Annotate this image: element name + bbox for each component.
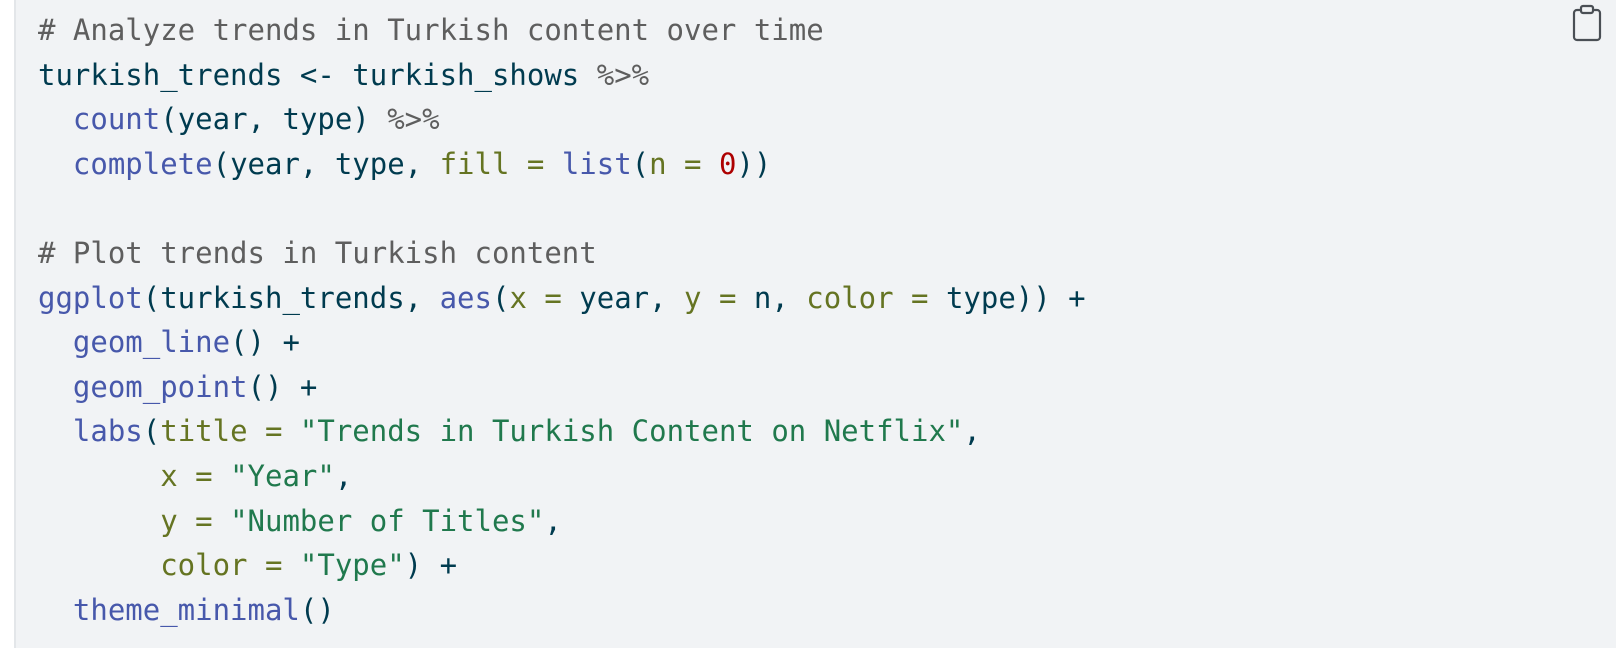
code-line: complete(year, type, fill = list(n = 0)) bbox=[38, 142, 1086, 187]
code-line: y = "Number of Titles", bbox=[38, 499, 1086, 544]
code-text: (turkish_trends, bbox=[142, 280, 440, 315]
code-line bbox=[38, 186, 1086, 231]
code-text: ( bbox=[491, 280, 510, 315]
code-function-name: geom_line bbox=[72, 325, 231, 360]
code-text: () + bbox=[247, 369, 318, 404]
code-function-name: list bbox=[561, 146, 632, 181]
code-line: ggplot(turkish_trends, aes(x = year, y =… bbox=[38, 276, 1086, 321]
code-operator: %>% bbox=[387, 102, 440, 137]
code-text: ( bbox=[631, 146, 650, 181]
code-line: geom_line() + bbox=[38, 320, 1086, 365]
code-text: () + bbox=[230, 325, 300, 360]
code-line: geom_point() + bbox=[38, 365, 1086, 410]
code-number: 0 bbox=[719, 146, 737, 181]
code-argument-name: x = bbox=[509, 280, 562, 315]
code-operator: %>% bbox=[596, 57, 650, 92]
code-argument-name: fill = bbox=[439, 146, 545, 181]
code-argument-name: color = bbox=[160, 548, 283, 583]
code-argument-name: x = bbox=[160, 458, 213, 493]
code-comment: # Analyze trends in Turkish content over… bbox=[38, 13, 824, 47]
code-lines: # Analyze trends in Turkish content over… bbox=[38, 8, 1086, 632]
code-string: "Type" bbox=[299, 548, 405, 583]
code-line: # Analyze trends in Turkish content over… bbox=[38, 8, 1086, 53]
code-function-name: geom_point bbox=[72, 369, 248, 404]
code-text: ) + bbox=[404, 548, 458, 583]
code-text: turkish_shows bbox=[334, 57, 597, 92]
code-text: , bbox=[963, 414, 981, 449]
code-text: () bbox=[299, 592, 335, 627]
code-text: type)) + bbox=[928, 280, 1086, 315]
code-line: count(year, type) %>% bbox=[38, 97, 1086, 142]
code-function-name: ggplot bbox=[38, 280, 143, 315]
code-function-name: aes bbox=[439, 280, 492, 315]
code-function-name: labs bbox=[72, 414, 143, 449]
code-argument-name: color = bbox=[806, 280, 929, 315]
code-text: (year, type) bbox=[160, 102, 388, 137]
code-line: x = "Year", bbox=[38, 454, 1086, 499]
code-line: labs(title = "Trends in Turkish Content … bbox=[38, 409, 1086, 454]
code-function-name: theme_minimal bbox=[72, 592, 300, 627]
copy-code-button[interactable] bbox=[1572, 4, 1602, 42]
code-comment: # Plot trends in Turkish content bbox=[38, 235, 597, 270]
code-argument-name: n = bbox=[649, 146, 702, 181]
code-argument-name: title = bbox=[160, 414, 283, 449]
code-text: (year, type, bbox=[212, 146, 440, 181]
code-text: ( bbox=[142, 414, 161, 449]
code-function-name: count bbox=[72, 102, 161, 137]
code-function-name: complete bbox=[72, 146, 213, 181]
code-text: turkish_trends bbox=[38, 57, 300, 92]
code-text: , bbox=[544, 503, 562, 538]
code-argument-name: y = bbox=[684, 280, 737, 315]
code-block: # Analyze trends in Turkish content over… bbox=[14, 0, 1616, 648]
code-line: turkish_trends <- turkish_shows %>% bbox=[38, 53, 1086, 98]
code-line: # Plot trends in Turkish content bbox=[38, 231, 1086, 276]
code-string: "Year" bbox=[230, 458, 335, 493]
code-line: theme_minimal() bbox=[38, 588, 1086, 633]
code-text: , bbox=[334, 458, 353, 493]
code-text: )) bbox=[736, 146, 772, 181]
code-line: color = "Type") + bbox=[38, 543, 1086, 588]
code-text: year, bbox=[561, 280, 685, 315]
code-argument-name: y = bbox=[160, 503, 213, 538]
clipboard-icon bbox=[1572, 4, 1602, 42]
code-string: "Number of Titles" bbox=[230, 503, 545, 538]
code-text: <- bbox=[299, 57, 335, 92]
code-string: "Trends in Turkish Content on Netflix" bbox=[299, 414, 964, 449]
code-text: n, bbox=[736, 280, 807, 315]
